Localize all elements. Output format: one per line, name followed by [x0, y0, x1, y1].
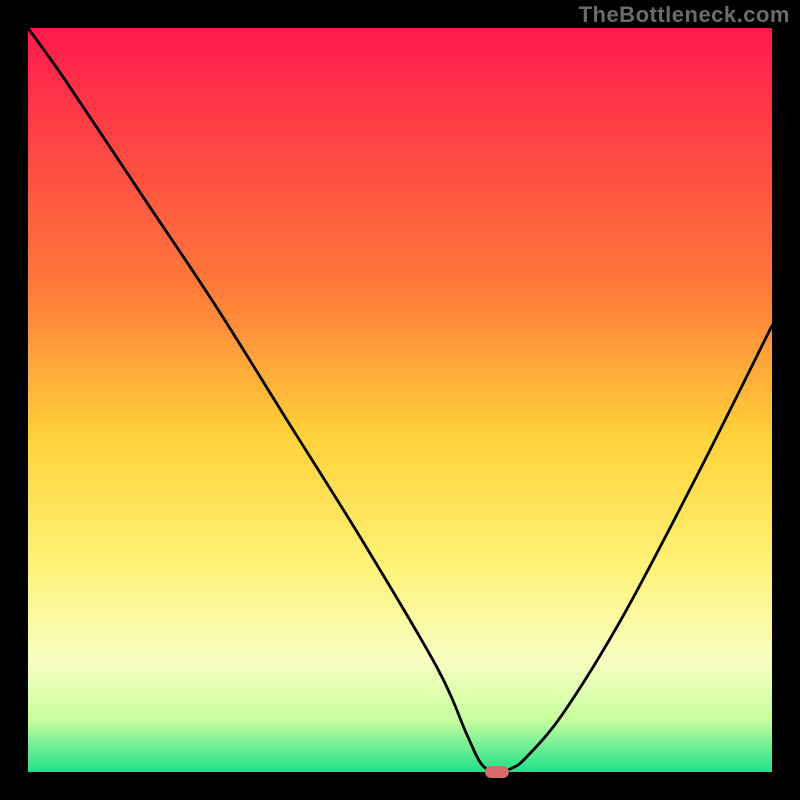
chart-frame: TheBottleneck.com: [0, 0, 800, 800]
optimum-marker: [485, 766, 509, 778]
chart-svg: [28, 28, 772, 772]
plot-area: [28, 28, 772, 772]
gradient-background: [28, 28, 772, 772]
watermark-text: TheBottleneck.com: [579, 2, 790, 28]
